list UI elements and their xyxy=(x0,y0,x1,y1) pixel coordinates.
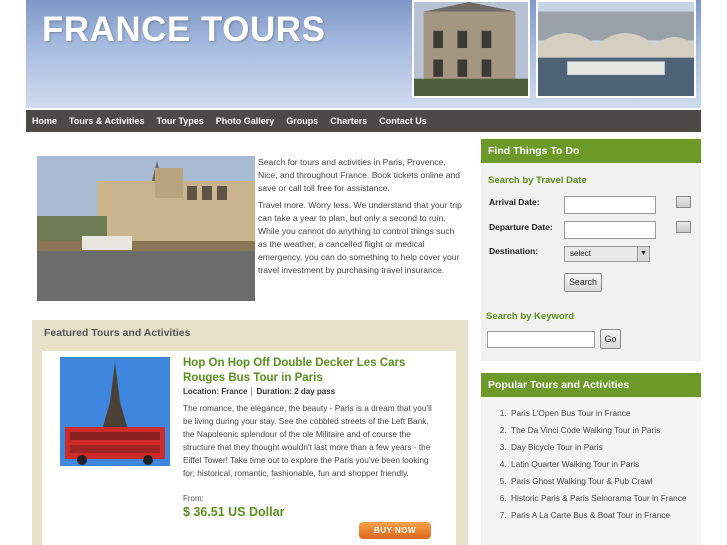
intro-paragraph-2: Travel more. Worry less. We understand t… xyxy=(258,200,462,275)
nav-contact-us[interactable]: Contact Us xyxy=(373,116,433,126)
keyword-search-input[interactable] xyxy=(487,331,595,348)
list-item[interactable]: Paris A La Carte Bus & Boat Tour in Fran… xyxy=(509,509,701,521)
featured-title: Featured Tours and Activities xyxy=(44,327,191,339)
arrival-date-input[interactable] xyxy=(564,196,656,214)
keyword-heading: Search by Keyword xyxy=(486,311,575,322)
nav-tours-activities[interactable]: Tours & Activities xyxy=(63,116,151,126)
find-things-panel: Find Things To Do Search by Travel Date … xyxy=(481,139,701,361)
tour-title-link[interactable]: Hop On Hop Off Double Decker Les Cars Ro… xyxy=(183,356,433,386)
list-item[interactable]: Paris Ghost Walking Tour & Pub Crawl xyxy=(509,475,701,487)
tour-meta: Location: France Duration: 2 day pass xyxy=(183,387,335,396)
tour-price: $ 36.51 US Dollar xyxy=(183,505,285,519)
nav-photo-gallery[interactable]: Photo Gallery xyxy=(210,116,281,126)
calendar-icon[interactable] xyxy=(676,221,691,233)
header-photo-building xyxy=(412,0,530,98)
featured-tour-card: Hop On Hop Off Double Decker Les Cars Ro… xyxy=(42,351,456,545)
chevron-down-icon: ▼ xyxy=(637,247,649,261)
arrival-date-label: Arrival Date: xyxy=(489,197,540,207)
tour-photo-eiffel-bus[interactable] xyxy=(60,357,170,466)
header-banner: FRANCE TOURS xyxy=(26,0,701,108)
intro-text: Search for tours and activities in Paris… xyxy=(258,156,463,281)
search-button[interactable]: Search xyxy=(564,273,602,292)
destination-select-value: select xyxy=(570,249,591,258)
featured-tours-panel: Featured Tours and Activities Hop On Hop… xyxy=(32,320,468,545)
popular-tours-title: Popular Tours and Activities xyxy=(481,373,701,397)
list-item[interactable]: Historic Paris & Paris Seinorama Tour in… xyxy=(509,492,701,504)
list-item[interactable]: Latin Quarter Walking Tour in Paris xyxy=(509,458,701,470)
buy-now-button[interactable]: BUY NOW xyxy=(359,522,431,539)
travel-date-heading: Search by Travel Date xyxy=(488,175,587,186)
departure-date-label: Departure Date: xyxy=(489,222,553,232)
tour-duration: Duration: 2 day pass xyxy=(251,387,335,396)
list-item[interactable]: Paris L'Open Bus Tour in France xyxy=(509,407,701,419)
popular-tours-panel: Popular Tours and Activities Paris L'Ope… xyxy=(481,373,701,545)
site-title: FRANCE TOURS xyxy=(42,10,326,49)
popular-tours-list: Paris L'Open Bus Tour in France The Da V… xyxy=(509,407,701,521)
list-item[interactable]: Day Bicycle Tour in Paris xyxy=(509,441,701,453)
find-things-title: Find Things To Do xyxy=(481,139,701,163)
list-item[interactable]: The Da Vinci Code Walking Tour in Paris xyxy=(509,424,701,436)
departure-date-input[interactable] xyxy=(564,221,656,239)
nav-tour-types[interactable]: Tour Types xyxy=(151,116,210,126)
nav-home[interactable]: Home xyxy=(26,116,63,126)
nav-groups[interactable]: Groups xyxy=(280,116,324,126)
price-from-label: From: xyxy=(183,494,204,503)
calendar-icon[interactable] xyxy=(676,196,691,208)
destination-label: Destination: xyxy=(489,246,539,256)
destination-select[interactable]: select ▼ xyxy=(564,246,650,262)
tour-location: Location: France xyxy=(183,387,248,396)
go-button[interactable]: Go xyxy=(600,329,621,349)
intro-photo-conciergerie xyxy=(37,156,255,301)
header-photo-bridge xyxy=(536,0,696,98)
tour-description: The romance, the elegance, the beauty - … xyxy=(183,403,432,478)
popular-tours-body: Paris L'Open Bus Tour in France The Da V… xyxy=(481,397,701,545)
intro-paragraph-1: Search for tours and activities in Paris… xyxy=(258,157,461,193)
nav-charters[interactable]: Charters xyxy=(324,116,373,126)
main-nav: Home Tours & Activities Tour Types Photo… xyxy=(26,110,701,132)
